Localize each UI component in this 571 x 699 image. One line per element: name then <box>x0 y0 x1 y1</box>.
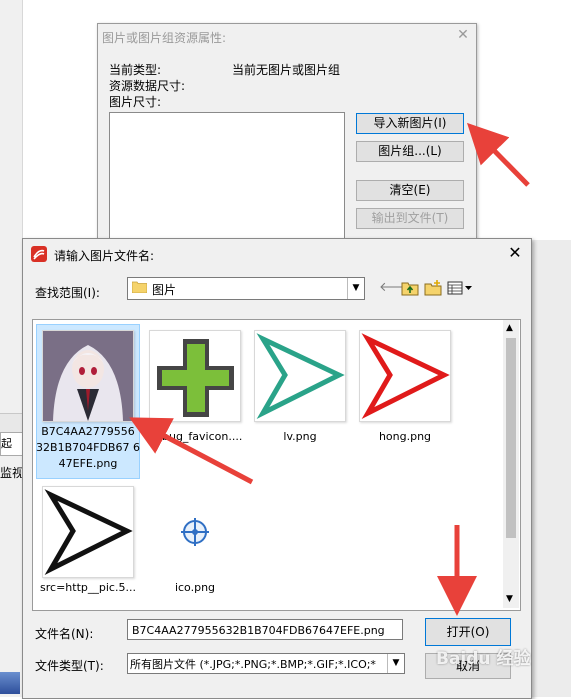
arrow-to-import-button <box>466 122 530 187</box>
watermark-logo: Baidu 经验 <box>436 649 531 669</box>
annotation-arrows <box>129 122 530 616</box>
arrow-to-selected-file <box>129 417 254 485</box>
